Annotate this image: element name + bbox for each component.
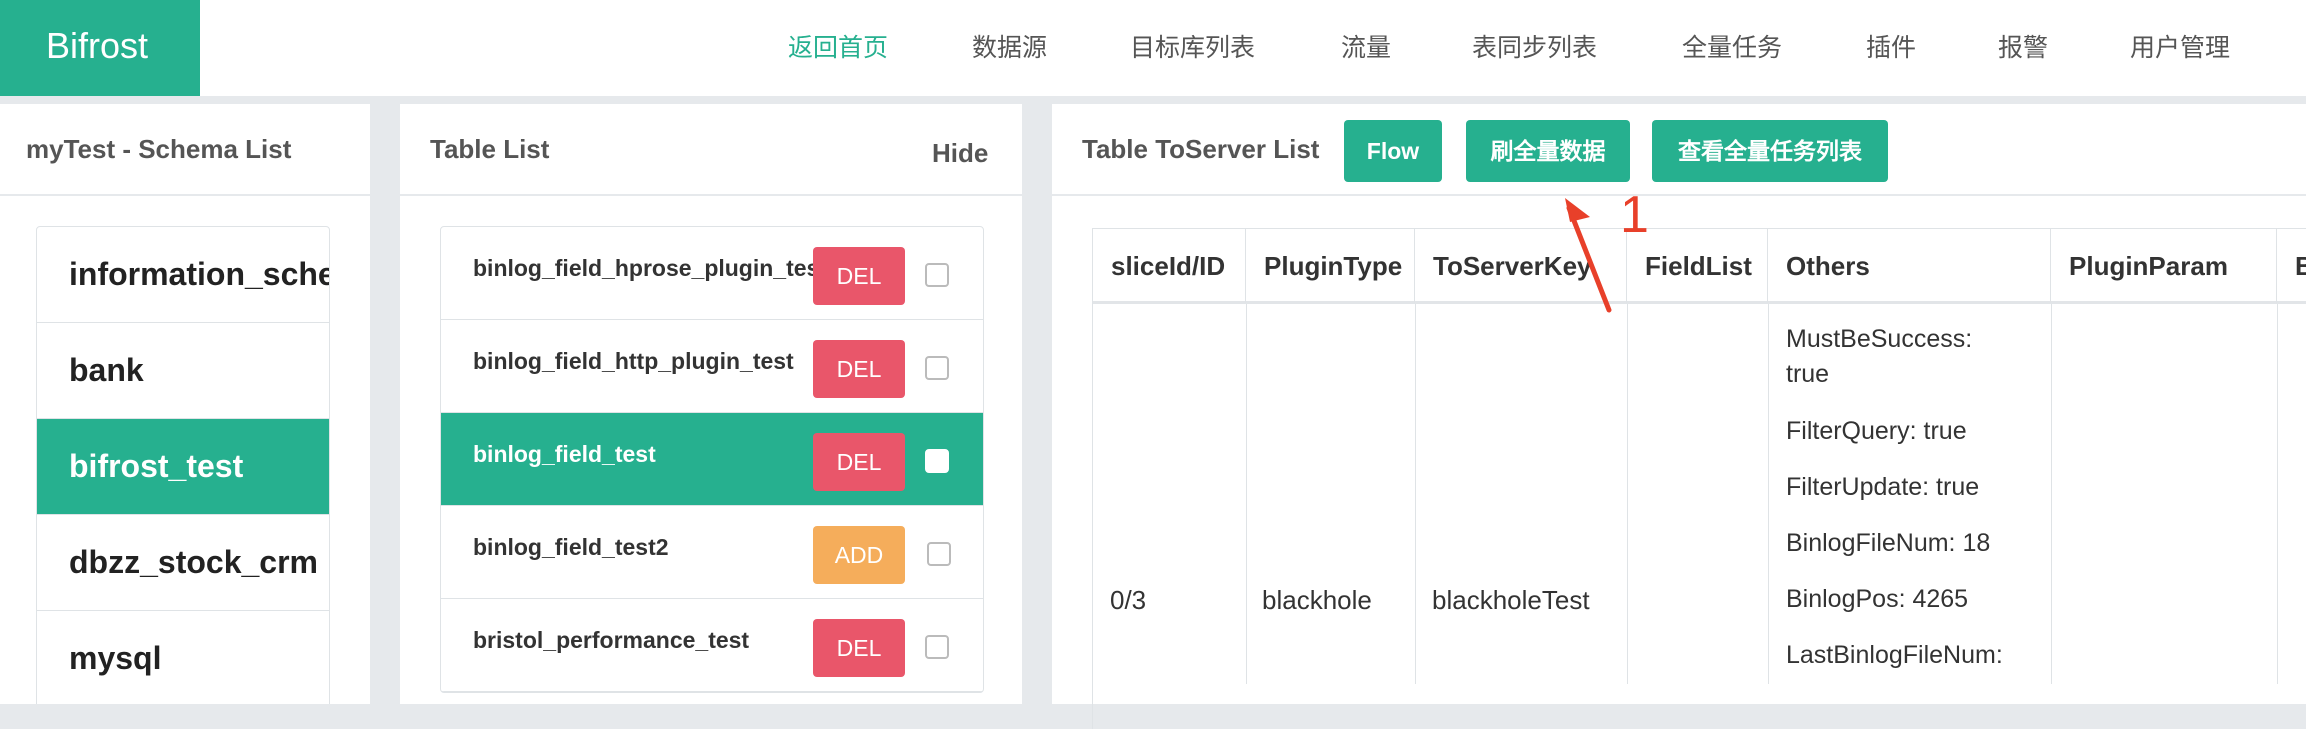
nav-traffic[interactable]: 流量	[1341, 28, 1391, 64]
schema-panel-title: myTest - Schema List	[26, 134, 292, 164]
column-divider	[1246, 304, 1247, 684]
nav-user-management[interactable]: 用户管理	[2130, 28, 2230, 64]
schema-item-bifrost-test[interactable]: bifrost_test	[37, 419, 329, 515]
row-checkbox[interactable]	[925, 263, 949, 287]
to-server-panel-title: Table ToServer List	[1082, 134, 1320, 164]
others-filter-query: FilterQuery: true	[1786, 417, 1967, 445]
column-divider	[2277, 304, 2278, 684]
nav-home[interactable]: 返回首页	[788, 28, 888, 64]
column-header-truncated[interactable]: B	[2277, 228, 2306, 304]
schema-item-information-schema[interactable]: information_schema	[37, 227, 329, 323]
nav-full-tasks[interactable]: 全量任务	[1682, 28, 1782, 64]
view-full-task-list-button[interactable]: 查看全量任务列表	[1652, 120, 1888, 182]
others-last-binlog-file-num: LastBinlogFileNum:	[1786, 641, 2003, 669]
table-row[interactable]: binlog_field_http_plugin_test DEL	[441, 320, 983, 413]
nav-datasource[interactable]: 数据源	[972, 28, 1047, 64]
column-divider	[1627, 304, 1628, 684]
others-binlog-pos: BinlogPos: 4265	[1786, 585, 1969, 613]
refresh-full-data-button[interactable]: 刷全量数据	[1466, 120, 1630, 182]
del-button[interactable]: DEL	[813, 340, 905, 398]
table-list-header: Table List Hide	[400, 104, 1022, 196]
schema-list: information_schema bank bifrost_test dbz…	[36, 226, 330, 704]
table-name: binlog_field_http_plugin_test	[473, 348, 794, 374]
others-filter-update: FilterUpdate: true	[1786, 473, 1980, 501]
column-header-others[interactable]: Others	[1768, 228, 2051, 304]
column-header-slice-id[interactable]: sliceId/ID	[1093, 228, 1246, 304]
brand-logo[interactable]: Bifrost	[0, 0, 200, 96]
nav-alarm[interactable]: 报警	[1998, 28, 2048, 64]
cell-slice-id: 0/3	[1110, 585, 1147, 615]
table-list-panel: Table List Hide binlog_field_hprose_plug…	[400, 104, 1022, 704]
hide-button[interactable]: Hide	[932, 138, 988, 169]
flow-button[interactable]: Flow	[1344, 120, 1442, 182]
column-header-to-server-key[interactable]: ToServerKey	[1415, 228, 1627, 304]
table-row[interactable]: binlog_field_hprose_plugin_test DEL	[441, 227, 983, 320]
row-checkbox[interactable]	[925, 635, 949, 659]
add-button[interactable]: ADD	[813, 526, 905, 584]
row-checkbox[interactable]	[925, 449, 949, 473]
schema-item-dbzz-stock-crm[interactable]: dbzz_stock_crm	[37, 515, 329, 611]
others-must-be-success: MustBeSuccess:	[1786, 325, 1973, 353]
table-row[interactable]: bristol_performance_test DEL	[441, 599, 983, 692]
column-divider	[1768, 304, 1769, 684]
row-checkbox[interactable]	[927, 542, 951, 566]
schema-panel: myTest - Schema List information_schema …	[0, 104, 370, 704]
column-divider	[1415, 304, 1416, 684]
table-list-title: Table List	[430, 134, 550, 164]
to-server-panel-header: Table ToServer List Flow 刷全量数据 查看全量任务列表	[1052, 104, 2306, 196]
top-navbar: Bifrost 返回首页 数据源 目标库列表 流量 表同步列表 全量任务 插件 …	[0, 0, 2306, 96]
del-button[interactable]: DEL	[813, 619, 905, 677]
table-name: binlog_field_test2	[473, 534, 669, 560]
table-name: binlog_field_test	[473, 441, 656, 467]
table-name: binlog_field_hprose_plugin_test	[473, 255, 823, 281]
table-list: binlog_field_hprose_plugin_test DEL binl…	[440, 226, 984, 693]
column-divider	[2051, 304, 2052, 684]
table-row-selected[interactable]: binlog_field_test DEL	[441, 413, 983, 506]
cell-to-server-key: blackholeTest	[1432, 585, 1590, 615]
others-must-be-success-value: true	[1786, 360, 1830, 388]
del-button[interactable]: DEL	[813, 247, 905, 305]
cell-plugin-type: blackhole	[1262, 585, 1372, 615]
nav-table-sync-list[interactable]: 表同步列表	[1472, 28, 1597, 64]
others-binlog-file-num: BinlogFileNum: 18	[1786, 529, 1991, 557]
del-button[interactable]: DEL	[813, 433, 905, 491]
schema-item-mysql[interactable]: mysql	[37, 611, 329, 704]
column-header-plugin-param[interactable]: PluginParam	[2051, 228, 2277, 304]
schema-item-bank[interactable]: bank	[37, 323, 329, 419]
row-checkbox[interactable]	[925, 356, 949, 380]
column-header-field-list[interactable]: FieldList	[1627, 228, 1768, 304]
column-header-plugin-type[interactable]: PluginType	[1246, 228, 1415, 304]
table-name: bristol_performance_test	[473, 627, 750, 653]
table-row[interactable]: binlog_field_test2 ADD	[441, 506, 983, 599]
nav-plugins[interactable]: 插件	[1866, 28, 1916, 64]
nav-target-list[interactable]: 目标库列表	[1130, 28, 1255, 64]
schema-panel-header: myTest - Schema List	[0, 104, 370, 196]
